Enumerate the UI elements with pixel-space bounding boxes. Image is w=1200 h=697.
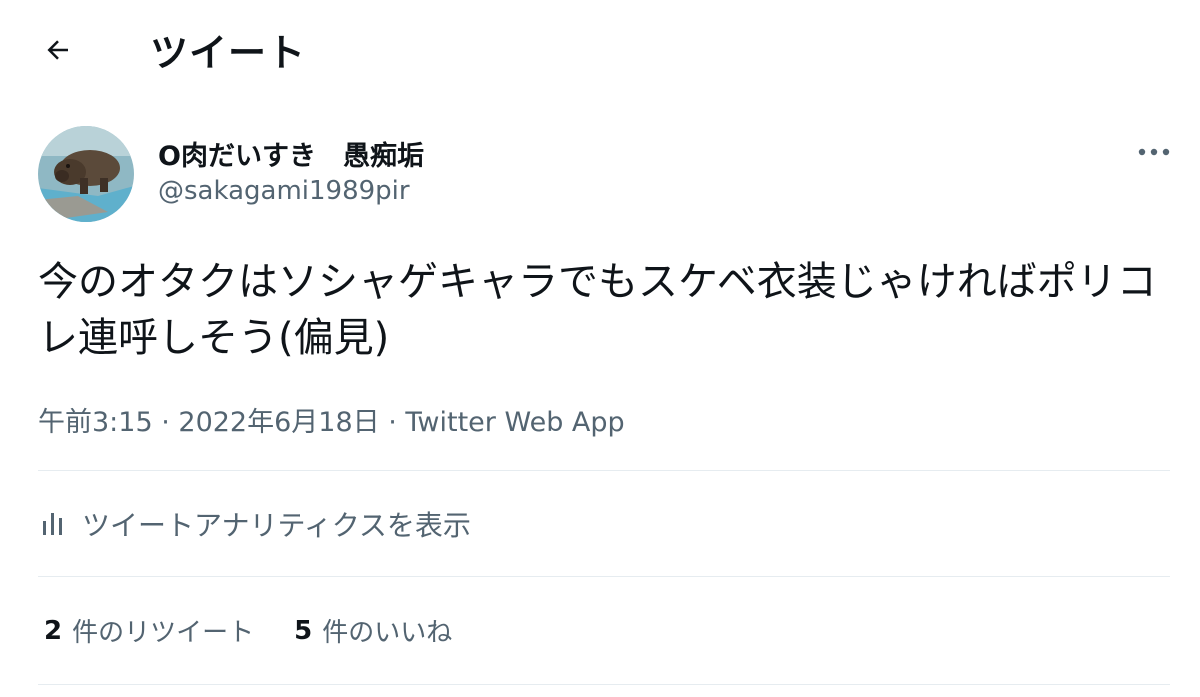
tweet-date[interactable]: 2022年6月18日 — [178, 407, 379, 438]
avatar[interactable] — [38, 126, 134, 222]
more-options-button[interactable] — [1130, 132, 1178, 172]
tweet-header: ツイート — [0, 0, 1200, 96]
analytics-label: ツイートアナリティクスを表示 — [82, 509, 471, 542]
author-handle[interactable]: @sakagami1989pir — [158, 176, 410, 206]
tweet-stats: 2 件のリツイート 5 件のいいね — [44, 612, 492, 649]
likes-count: 5 — [294, 615, 313, 646]
meta-separator: · — [379, 407, 406, 438]
back-button[interactable] — [36, 28, 80, 72]
more-horizontal-icon — [1138, 148, 1170, 156]
tweet-source-app[interactable]: Twitter Web App — [405, 407, 624, 438]
bar-chart-icon — [43, 513, 62, 535]
divider — [38, 470, 1170, 471]
retweets-stat[interactable]: 2 件のリツイート — [44, 612, 254, 649]
likes-stat[interactable]: 5 件のいいね — [294, 612, 452, 649]
retweets-count: 2 — [44, 615, 63, 646]
retweets-label: 件のリツイート — [72, 618, 255, 648]
divider — [38, 684, 1170, 685]
divider — [38, 576, 1170, 577]
capybara-avatar-image — [38, 126, 134, 222]
arrow-left-icon — [47, 40, 68, 60]
page-title: ツイート — [150, 31, 307, 75]
likes-label: 件のいいね — [322, 618, 453, 648]
author-display-name[interactable]: O肉だいすき 愚痴垢 — [158, 134, 424, 173]
tweet-text: 今のオタクはソシャゲキャラでもスケベ衣装じゃければポリコレ連呼しそう(偏見) — [38, 259, 1157, 361]
tweet-time[interactable]: 午前3:15 — [38, 407, 153, 438]
meta-separator: · — [152, 407, 179, 438]
tweet-metadata: 午前3:15 · 2022年6月18日 · Twitter Web App — [38, 400, 625, 439]
tweet-analytics-link[interactable]: ツイートアナリティクスを表示 — [38, 502, 471, 546]
